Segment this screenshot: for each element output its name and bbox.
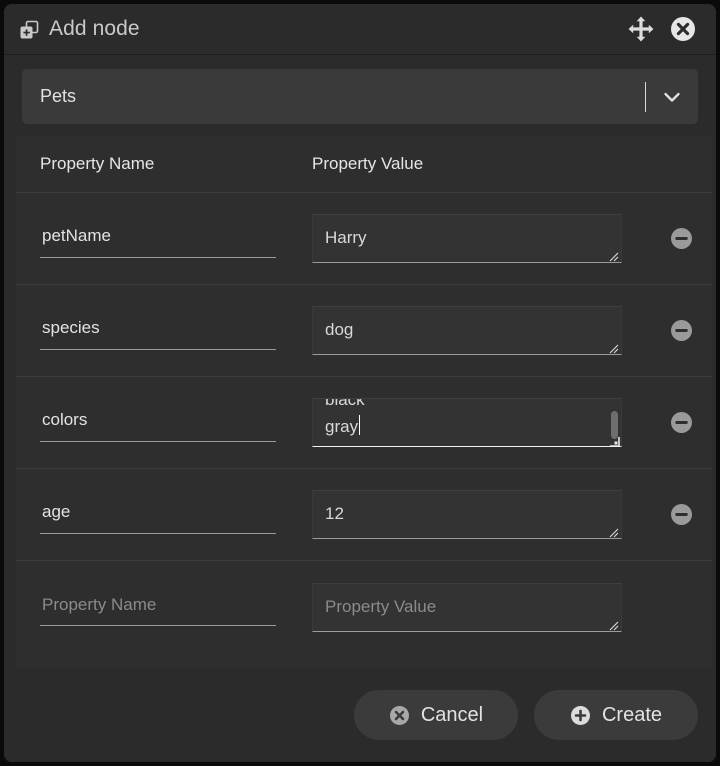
property-name-cell (40, 588, 312, 626)
property-table-header: Property Name Property Value (16, 136, 712, 193)
property-action-cell (650, 319, 712, 342)
minus-circle-icon[interactable] (670, 227, 693, 250)
property-value-cell: Harry (312, 214, 650, 263)
resize-grip-icon[interactable] (608, 249, 619, 260)
new-property-value-placeholder: Property Value (325, 593, 436, 620)
property-name-cell (40, 312, 312, 350)
cancel-button[interactable]: Cancel (354, 690, 518, 740)
property-name-input[interactable] (40, 496, 276, 534)
minus-circle-icon[interactable] (670, 503, 693, 526)
property-value-textarea[interactable]: black gray (312, 398, 622, 447)
dialog-title: Add node (49, 17, 140, 41)
property-name-cell (40, 496, 312, 534)
property-action-cell (650, 227, 712, 250)
cancel-circle-icon (389, 705, 410, 726)
create-button[interactable]: Create (534, 690, 698, 740)
property-name-input[interactable] (40, 220, 276, 258)
table-row: Harry (16, 193, 712, 285)
property-value-text: dog (325, 316, 353, 343)
label-select[interactable]: Pets (22, 69, 698, 124)
property-name-input[interactable] (40, 312, 276, 350)
minus-circle-icon[interactable] (670, 411, 693, 434)
new-property-value-textarea[interactable]: Property Value (312, 583, 622, 632)
property-value-cell: black gray (312, 398, 650, 447)
property-table: Property Name Property Value Harry (16, 136, 712, 668)
table-row: 12 (16, 469, 712, 561)
text-caret (359, 415, 360, 435)
property-value-text: 12 (325, 500, 344, 527)
property-value-cell: dog (312, 306, 650, 355)
property-value-textarea[interactable]: dog (312, 306, 622, 355)
property-action-cell (650, 503, 712, 526)
property-value-text: Harry (325, 224, 367, 251)
dialog-footer: Cancel Create (4, 668, 716, 762)
table-row: dog (16, 285, 712, 377)
resize-grip-icon[interactable] (608, 618, 619, 629)
property-value-textarea[interactable]: Harry (312, 214, 622, 263)
add-node-icon (18, 19, 40, 41)
table-row-new: Property Value (16, 561, 712, 653)
property-value-cell: 12 (312, 490, 650, 539)
table-row: black gray (16, 377, 712, 469)
property-name-cell (40, 404, 312, 442)
create-button-label: Create (602, 704, 662, 727)
property-value-line2-label: gray (325, 417, 358, 436)
cancel-button-label: Cancel (421, 704, 483, 727)
chevron-down-icon[interactable] (646, 86, 698, 108)
column-header-property-value: Property Value (312, 154, 712, 174)
resize-grip-icon[interactable] (609, 434, 620, 445)
plus-circle-icon (570, 705, 591, 726)
label-select-container: Pets (4, 55, 716, 136)
property-value-cell: Property Value (312, 583, 650, 632)
dialog-titlebar: Add node (4, 4, 716, 55)
resize-grip-icon[interactable] (608, 341, 619, 352)
label-select-value: Pets (40, 86, 645, 107)
close-icon[interactable] (668, 14, 698, 44)
property-value-text-line1: black (325, 398, 365, 413)
add-node-dialog: Add node Pets (4, 4, 716, 762)
resize-grip-icon[interactable] (608, 525, 619, 536)
column-header-property-name: Property Name (40, 154, 312, 174)
minus-circle-icon[interactable] (670, 319, 693, 342)
property-value-text-line2: gray (325, 413, 360, 440)
move-arrows-icon[interactable] (626, 14, 656, 44)
new-property-name-input[interactable] (40, 588, 276, 626)
property-value-textarea[interactable]: 12 (312, 490, 622, 539)
property-action-cell (650, 411, 712, 434)
property-name-input[interactable] (40, 404, 276, 442)
property-name-cell (40, 220, 312, 258)
